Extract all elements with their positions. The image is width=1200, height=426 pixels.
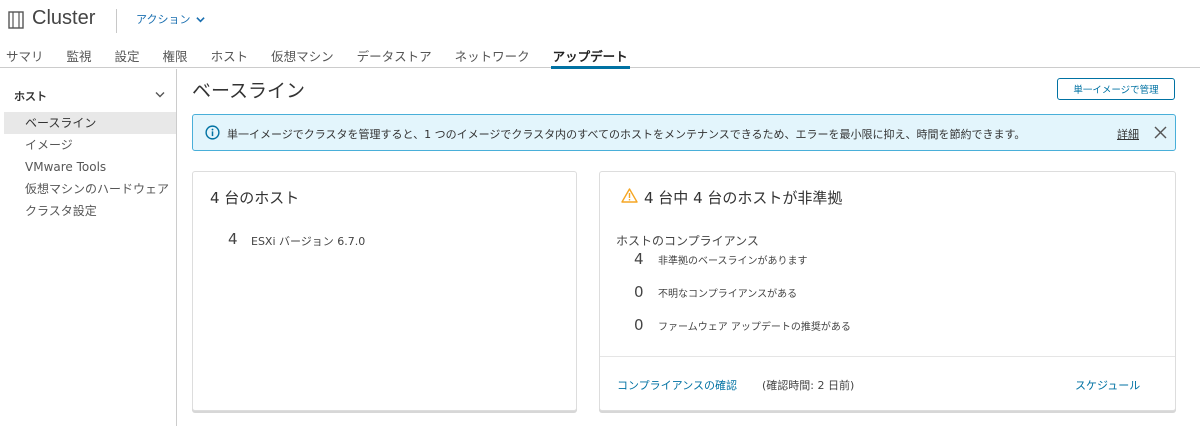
compliance-card: 4 台中 4 台のホストが非準拠 ホストのコンプライアンス 4 非準拠のベースラ… [599,171,1176,411]
tab-updates[interactable]: アップデート [550,46,630,69]
tab-configure[interactable]: 設定 [115,46,140,68]
compliance-row: 4 非準拠のベースラインがあります [634,250,808,268]
alert-message: 単一イメージでクラスタを管理すると、1 つのイメージでクラスタ内のすべてのホスト… [227,128,1026,141]
chevron-down-icon [196,16,206,22]
sidebar-item-image[interactable]: イメージ [4,134,176,156]
tab-vms[interactable]: 仮想マシン [271,46,334,68]
compliance-row: 0 不明なコンプライアンスがある [634,283,797,301]
sidebar-list: ベースライン イメージ VMware Tools 仮想マシンのハードウェア クラ… [4,112,176,222]
sidebar-item-vm-hardware[interactable]: 仮想マシンのハードウェア [4,178,176,200]
check-compliance-link[interactable]: コンプライアンスの確認 [617,377,737,393]
tab-networks[interactable]: ネットワーク [455,46,530,68]
schedule-link[interactable]: スケジュール [1075,377,1140,393]
compliance-count: 4 [634,250,644,268]
sidebar-item-cluster-settings[interactable]: クラスタ設定 [4,200,176,222]
last-check-time: (確認時間: 2 日前) [762,379,855,392]
host-count: 4 [228,230,238,248]
warning-icon [621,188,638,203]
compliance-row: 0 ファームウェア アップデートの推奨がある [634,316,851,334]
title-divider [116,9,117,33]
sidebar-item-vmware-tools[interactable]: VMware Tools [4,156,176,178]
compliance-heading: ホストのコンプライアンス [616,234,759,248]
tab-datastores[interactable]: データストア [357,46,432,68]
card-divider [600,356,1175,357]
tab-summary[interactable]: サマリ [6,46,44,68]
compliance-label: 不明なコンプライアンスがある [658,289,798,300]
tab-permissions[interactable]: 権限 [163,46,188,68]
hosts-card: 4 台のホスト 4 ESXi バージョン 6.7.0 [192,171,577,411]
actions-menu-button[interactable]: アクション [136,11,206,27]
chevron-down-icon[interactable] [155,91,165,99]
tab-hosts[interactable]: ホスト [211,46,249,68]
sidebar-section-title: ホスト [14,90,47,103]
tab-bar: サマリ 監視 設定 権限 ホスト 仮想マシン データストア ネットワーク アップ… [0,46,630,69]
host-version: ESXi バージョン 6.7.0 [251,235,366,248]
sidebar-item-baselines[interactable]: ベースライン [4,112,176,134]
tab-monitor[interactable]: 監視 [67,46,92,68]
info-alert: 単一イメージでクラスタを管理すると、1 つのイメージでクラスタ内のすべてのホスト… [192,114,1176,151]
compliance-card-title: 4 台中 4 台のホストが非準拠 [644,189,843,207]
manage-with-single-image-button[interactable]: 単一イメージで管理 [1057,78,1175,100]
object-header: Cluster アクション サマリ 監視 設定 権限 ホスト 仮想マシン データ… [0,0,1200,69]
info-icon [205,125,220,140]
actions-label: アクション [136,13,191,26]
hosts-card-title: 4 台のホスト [210,189,300,207]
close-icon[interactable] [1154,126,1167,139]
page-title: ベースライン [192,80,306,102]
sidebar: ホスト ベースライン イメージ VMware Tools 仮想マシンのハードウェ… [0,69,177,426]
compliance-label: ファームウェア アップデートの推奨がある [658,322,851,333]
compliance-count: 0 [634,283,644,301]
cluster-icon [8,11,24,29]
compliance-count: 0 [634,316,644,334]
compliance-label: 非準拠のベースラインがあります [658,256,808,267]
object-title: Cluster [32,7,96,29]
alert-details-link[interactable]: 詳細 [1117,126,1139,142]
